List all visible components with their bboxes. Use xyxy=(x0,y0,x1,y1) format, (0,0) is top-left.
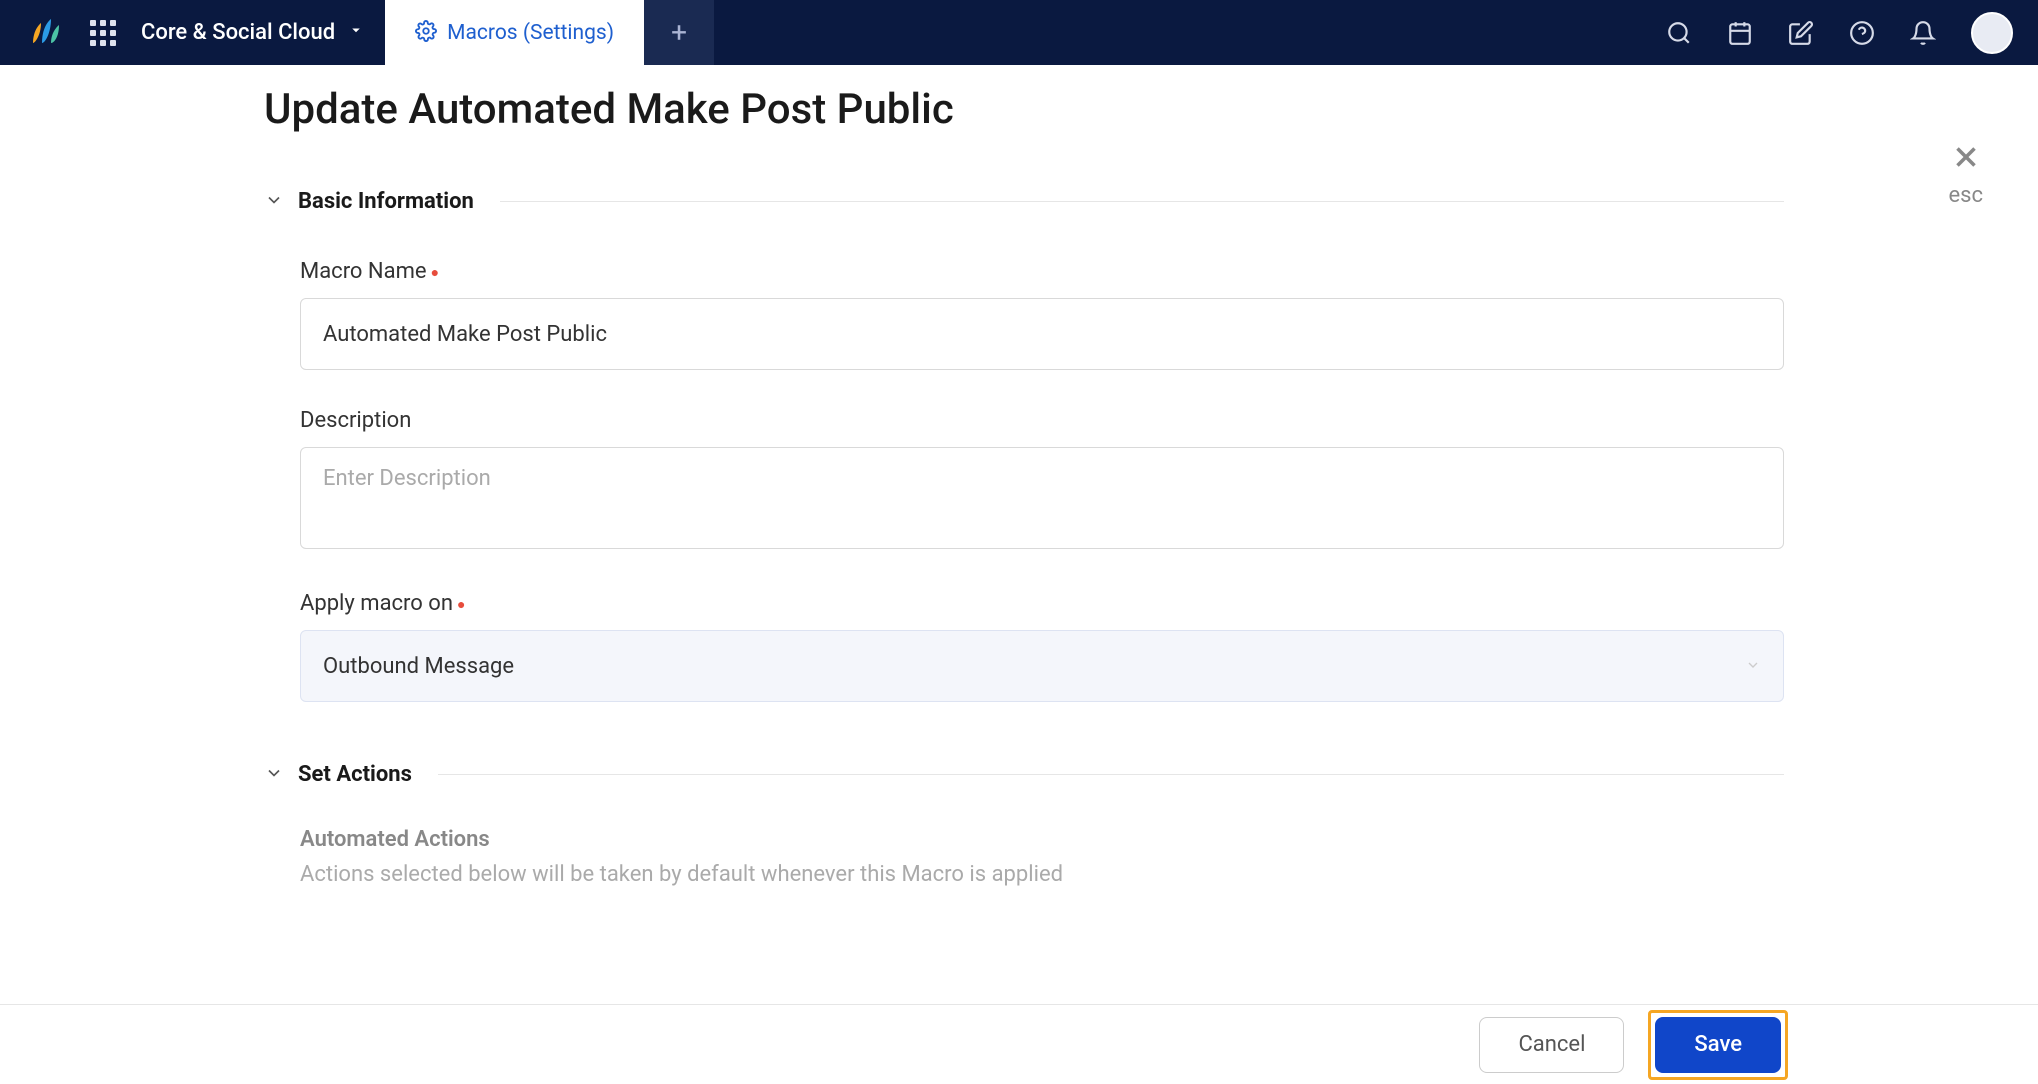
chevron-down-icon xyxy=(347,20,365,45)
new-tab-button[interactable]: + xyxy=(644,0,714,65)
top-navbar: Core & Social Cloud Macros (Settings) + xyxy=(0,0,2038,65)
divider xyxy=(438,774,1784,775)
main-content: esc Update Automated Make Post Public Ba… xyxy=(0,65,2038,1004)
workspace-switcher[interactable]: Core & Social Cloud xyxy=(141,20,385,45)
macro-name-input[interactable] xyxy=(300,298,1784,370)
tab-label: Macros (Settings) xyxy=(447,21,614,45)
automated-actions-desc: Actions selected below will be taken by … xyxy=(300,862,1784,887)
chevron-down-icon xyxy=(1745,654,1761,679)
footer-actions: Cancel Save xyxy=(0,1004,2038,1084)
select-value: Outbound Message xyxy=(323,654,514,679)
section-set-actions-header[interactable]: Set Actions xyxy=(264,762,1784,787)
esc-label: esc xyxy=(1948,183,1983,208)
description-label: Description xyxy=(300,408,1784,433)
gear-icon xyxy=(415,20,437,46)
help-icon[interactable] xyxy=(1849,20,1875,46)
description-input[interactable] xyxy=(300,447,1784,549)
apply-macro-on-label: Apply macro on● xyxy=(300,591,1784,616)
tab-macros-settings[interactable]: Macros (Settings) xyxy=(385,0,644,65)
chevron-down-icon xyxy=(264,190,284,214)
close-icon xyxy=(1948,140,1983,181)
calendar-icon[interactable] xyxy=(1727,20,1753,46)
cancel-button[interactable]: Cancel xyxy=(1479,1017,1624,1073)
workspace-name: Core & Social Cloud xyxy=(141,20,335,45)
macro-name-label: Macro Name● xyxy=(300,259,1784,284)
page-title: Update Automated Make Post Public xyxy=(264,85,1784,134)
close-button[interactable]: esc xyxy=(1948,140,1983,208)
section-basic-information-header[interactable]: Basic Information xyxy=(264,189,1784,214)
bell-icon[interactable] xyxy=(1910,20,1936,46)
apps-menu-icon[interactable] xyxy=(90,20,116,46)
apply-macro-on-select[interactable]: Outbound Message xyxy=(300,630,1784,702)
chevron-down-icon xyxy=(264,763,284,787)
plus-icon: + xyxy=(671,16,687,49)
automated-actions-title: Automated Actions xyxy=(300,827,1784,852)
section-title: Set Actions xyxy=(298,762,412,787)
app-logo[interactable] xyxy=(20,8,70,58)
divider xyxy=(500,201,1784,202)
save-button[interactable]: Save xyxy=(1655,1017,1781,1073)
search-icon[interactable] xyxy=(1666,20,1692,46)
compose-icon[interactable] xyxy=(1788,20,1814,46)
section-title: Basic Information xyxy=(298,189,474,214)
user-avatar[interactable] xyxy=(1971,12,2013,54)
save-highlight: Save xyxy=(1648,1010,1788,1080)
topbar-actions xyxy=(1666,12,2038,54)
